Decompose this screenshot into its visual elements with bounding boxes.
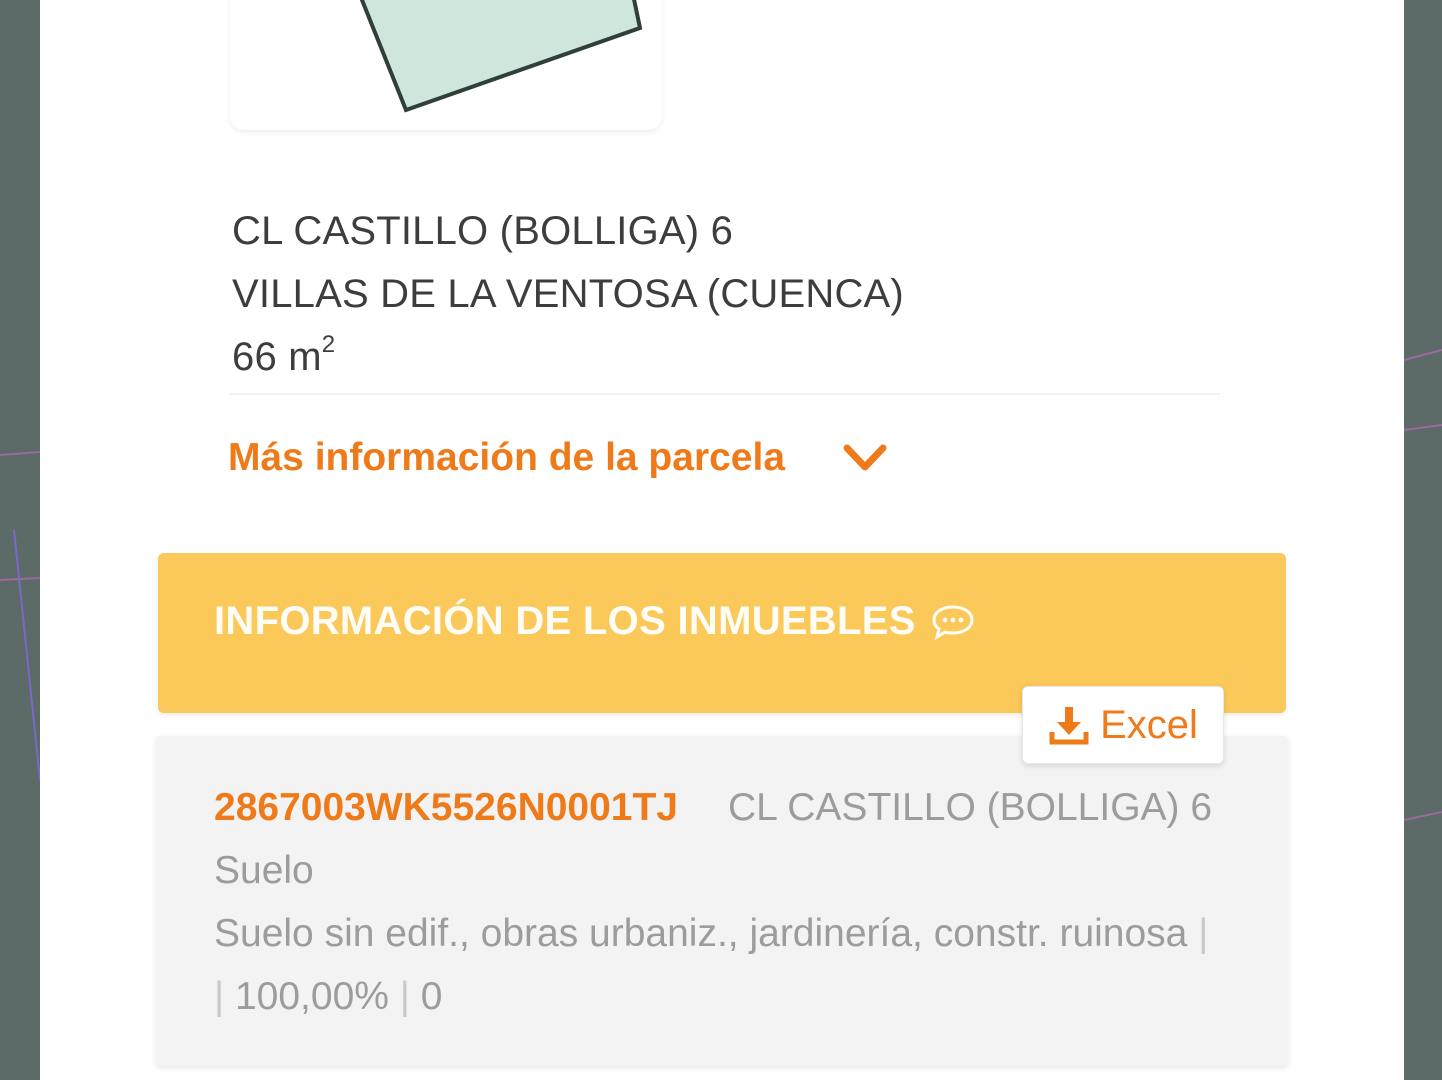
more-parcel-info-label: Más información de la parcela <box>228 436 786 479</box>
property-description: Suelo sin edif., obras urbaniz., jardine… <box>214 912 1188 955</box>
chevron-down-icon <box>841 440 889 476</box>
cadastral-reference-link[interactable]: 2867003WK5526N0001TJ <box>214 786 678 829</box>
parcel-address-municipality: VILLAS DE LA VENTOSA (CUENCA) <box>232 272 904 316</box>
property-address: CL CASTILLO (BOLLIGA) 6 <box>728 786 1213 829</box>
parcel-info-sheet: CL CASTILLO (BOLLIGA) 6 VILLAS DE LA VEN… <box>40 0 1404 1080</box>
chat-icon[interactable] <box>930 602 976 642</box>
more-parcel-info-toggle[interactable]: Más información de la parcela <box>228 428 889 488</box>
property-share: 100,00% <box>234 975 389 1018</box>
excel-button-label: Excel <box>1100 702 1198 747</box>
divider <box>230 393 1220 395</box>
separator: | <box>399 975 410 1018</box>
parcel-area: 66 m2 <box>232 326 1222 389</box>
property-list-item[interactable]: 2867003WK5526N0001TJ CL CASTILLO (BOLLIGA… <box>156 736 1288 1066</box>
parcel-map-thumbnail[interactable] <box>230 0 662 130</box>
parcel-address-block: CL CASTILLO (BOLLIGA) 6 VILLAS DE LA VEN… <box>232 200 1222 389</box>
parcel-shape <box>359 0 643 113</box>
property-value: 0 <box>420 975 443 1018</box>
property-details: 2867003WK5526N0001TJ CL CASTILLO (BOLLIGA… <box>214 776 1214 1028</box>
parcel-area-exponent: 2 <box>321 331 336 358</box>
parcel-address-street: CL CASTILLO (BOLLIGA) 6 <box>232 209 734 253</box>
download-icon <box>1049 707 1089 745</box>
property-use: Suelo <box>214 849 314 892</box>
excel-download-button[interactable]: Excel <box>1022 686 1224 764</box>
parcel-area-value: 66 m <box>232 335 322 379</box>
inmuebles-title-text: INFORMACIÓN DE LOS INMUEBLES <box>214 599 916 643</box>
inmuebles-section-title: INFORMACIÓN DE LOS INMUEBLES <box>214 599 976 644</box>
